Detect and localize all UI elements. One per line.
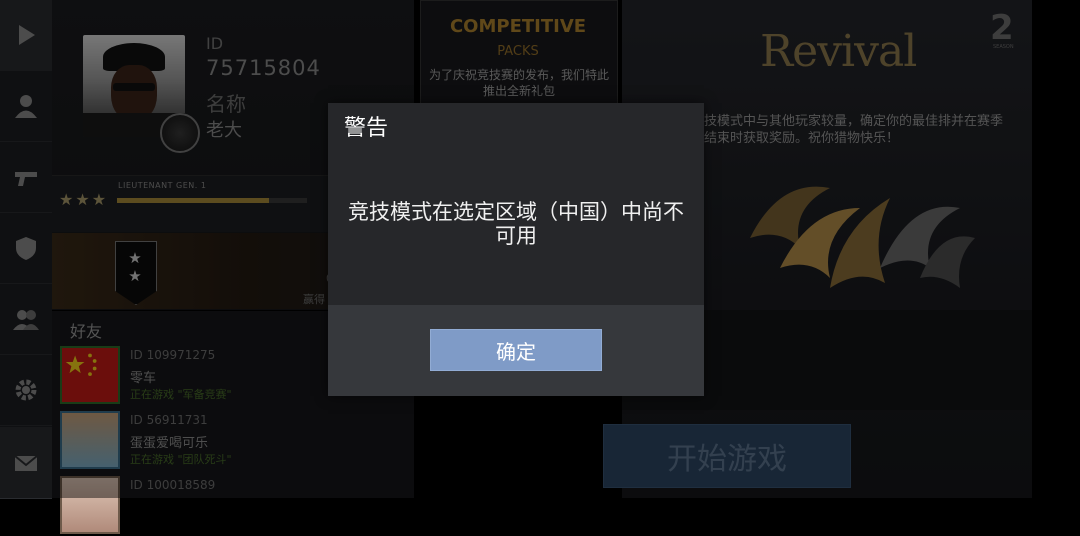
dialog-title: 警告 bbox=[344, 116, 389, 141]
dialog-message: 竞技模式在选定区域（中国）中尚不可用 bbox=[348, 200, 684, 248]
confirm-button[interactable]: 确定 bbox=[430, 329, 602, 371]
